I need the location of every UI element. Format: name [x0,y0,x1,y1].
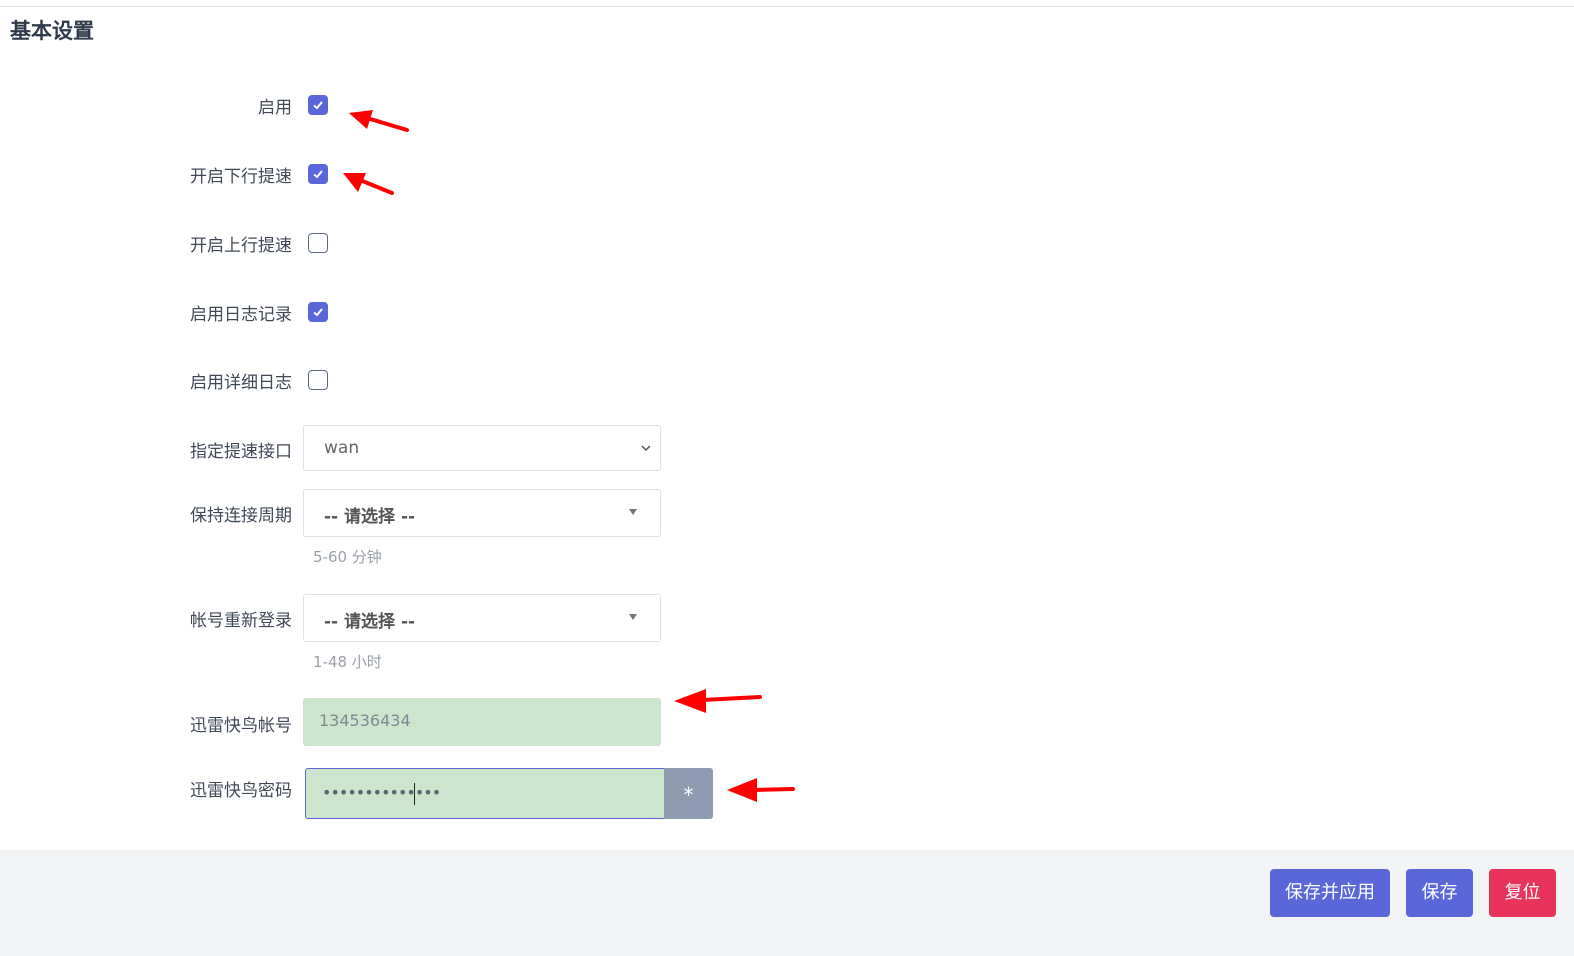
password-reveal-button[interactable]: * [664,768,713,819]
keepalive-label: 保持连接周期 [190,506,292,526]
relogin-value: -- 请选择 -- [324,612,416,632]
top-divider [0,6,1574,7]
account-value: 134536434 [319,711,411,730]
annotation-arrow-icon [727,778,795,802]
up-boost-label: 开启上行提速 [190,236,292,256]
log-label: 启用日志记录 [190,305,292,325]
reset-button[interactable]: 复位 [1489,869,1556,917]
section-title: 基本设置 [10,19,94,43]
annotation-arrow-icon [674,689,762,713]
verbose-log-label: 启用详细日志 [190,373,292,393]
down-boost-checkbox[interactable] [308,164,328,184]
verbose-log-checkbox[interactable] [308,370,328,390]
keepalive-select[interactable]: -- 请选择 -- [303,489,661,537]
save-apply-button[interactable]: 保存并应用 [1270,869,1390,917]
interface-label: 指定提速接口 [190,442,292,462]
check-icon [313,170,323,179]
account-label: 迅雷快鸟帐号 [190,716,292,736]
password-value: •••••••••••••• [322,783,441,802]
check-icon [313,101,323,110]
check-icon [313,308,323,317]
annotation-arrow-icon [343,173,394,195]
password-label: 迅雷快鸟密码 [190,781,292,801]
relogin-hint: 1-48 小时 [313,653,382,671]
account-input[interactable]: 134536434 [303,698,661,746]
annotation-arrow-icon [349,110,409,132]
enable-label: 启用 [258,98,292,118]
interface-value: wan [324,438,360,458]
up-boost-checkbox[interactable] [308,233,328,253]
relogin-select[interactable]: -- 请选择 -- [303,594,661,642]
relogin-label: 帐号重新登录 [190,611,292,631]
down-boost-label: 开启下行提速 [190,167,292,187]
text-caret [414,783,415,805]
keepalive-hint: 5-60 分钟 [313,548,382,566]
enable-checkbox[interactable] [308,95,328,115]
keepalive-value: -- 请选择 -- [324,507,416,527]
log-checkbox[interactable] [308,302,328,322]
save-button[interactable]: 保存 [1406,869,1473,917]
chevron-down-icon [641,445,651,452]
interface-select[interactable]: wan [303,425,661,471]
caret-down-icon [629,614,637,620]
caret-down-icon [629,509,637,515]
password-input[interactable]: •••••••••••••• [305,768,665,819]
